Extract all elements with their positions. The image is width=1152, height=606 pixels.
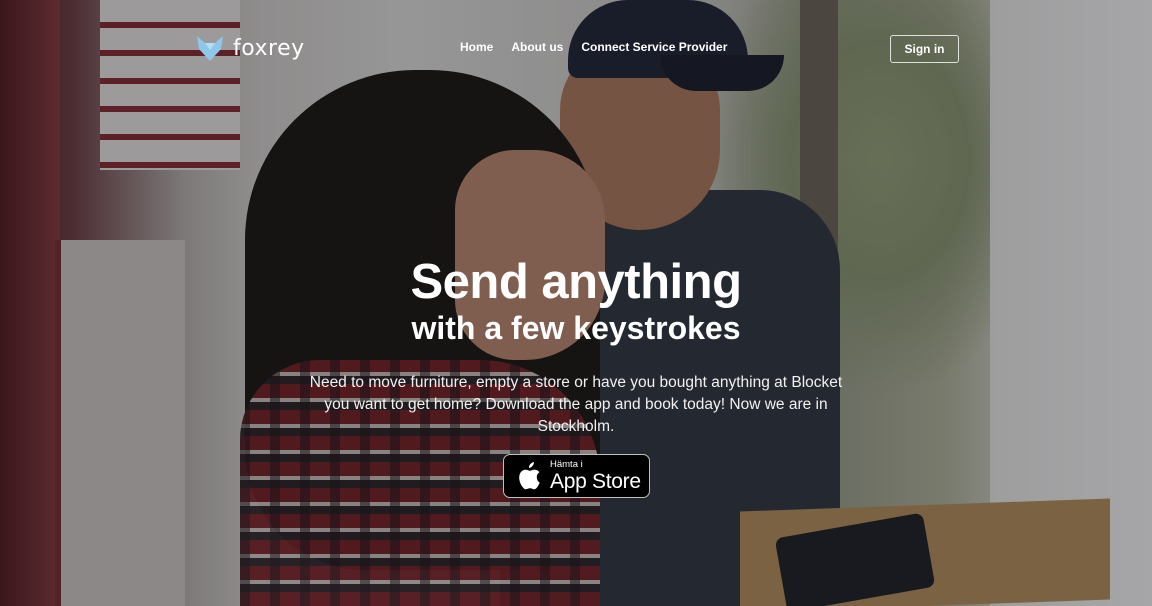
app-store-text: Hämta i App Store bbox=[550, 460, 641, 493]
apple-icon bbox=[519, 462, 540, 490]
nav-home[interactable]: Home bbox=[460, 40, 493, 54]
main-nav: Home About us Connect Service Provider bbox=[460, 40, 727, 54]
brand-logo[interactable]: foxrey bbox=[195, 33, 305, 63]
hero-subheadline: with a few keystrokes bbox=[411, 310, 741, 346]
nav-connect-service-provider[interactable]: Connect Service Provider bbox=[581, 40, 727, 54]
app-store-badge[interactable]: Hämta i App Store bbox=[503, 454, 650, 498]
app-store-small-label: Hämta i bbox=[550, 458, 583, 470]
app-store-label: App Store bbox=[550, 470, 641, 494]
fox-icon bbox=[197, 36, 223, 61]
sign-in-button[interactable]: Sign in bbox=[890, 35, 959, 63]
hero-description: Need to move furniture, empty a store or… bbox=[309, 374, 843, 435]
nav-about-us[interactable]: About us bbox=[511, 40, 563, 54]
brand-name: foxrey bbox=[233, 35, 305, 61]
hero-headline: Send anything bbox=[410, 255, 742, 309]
